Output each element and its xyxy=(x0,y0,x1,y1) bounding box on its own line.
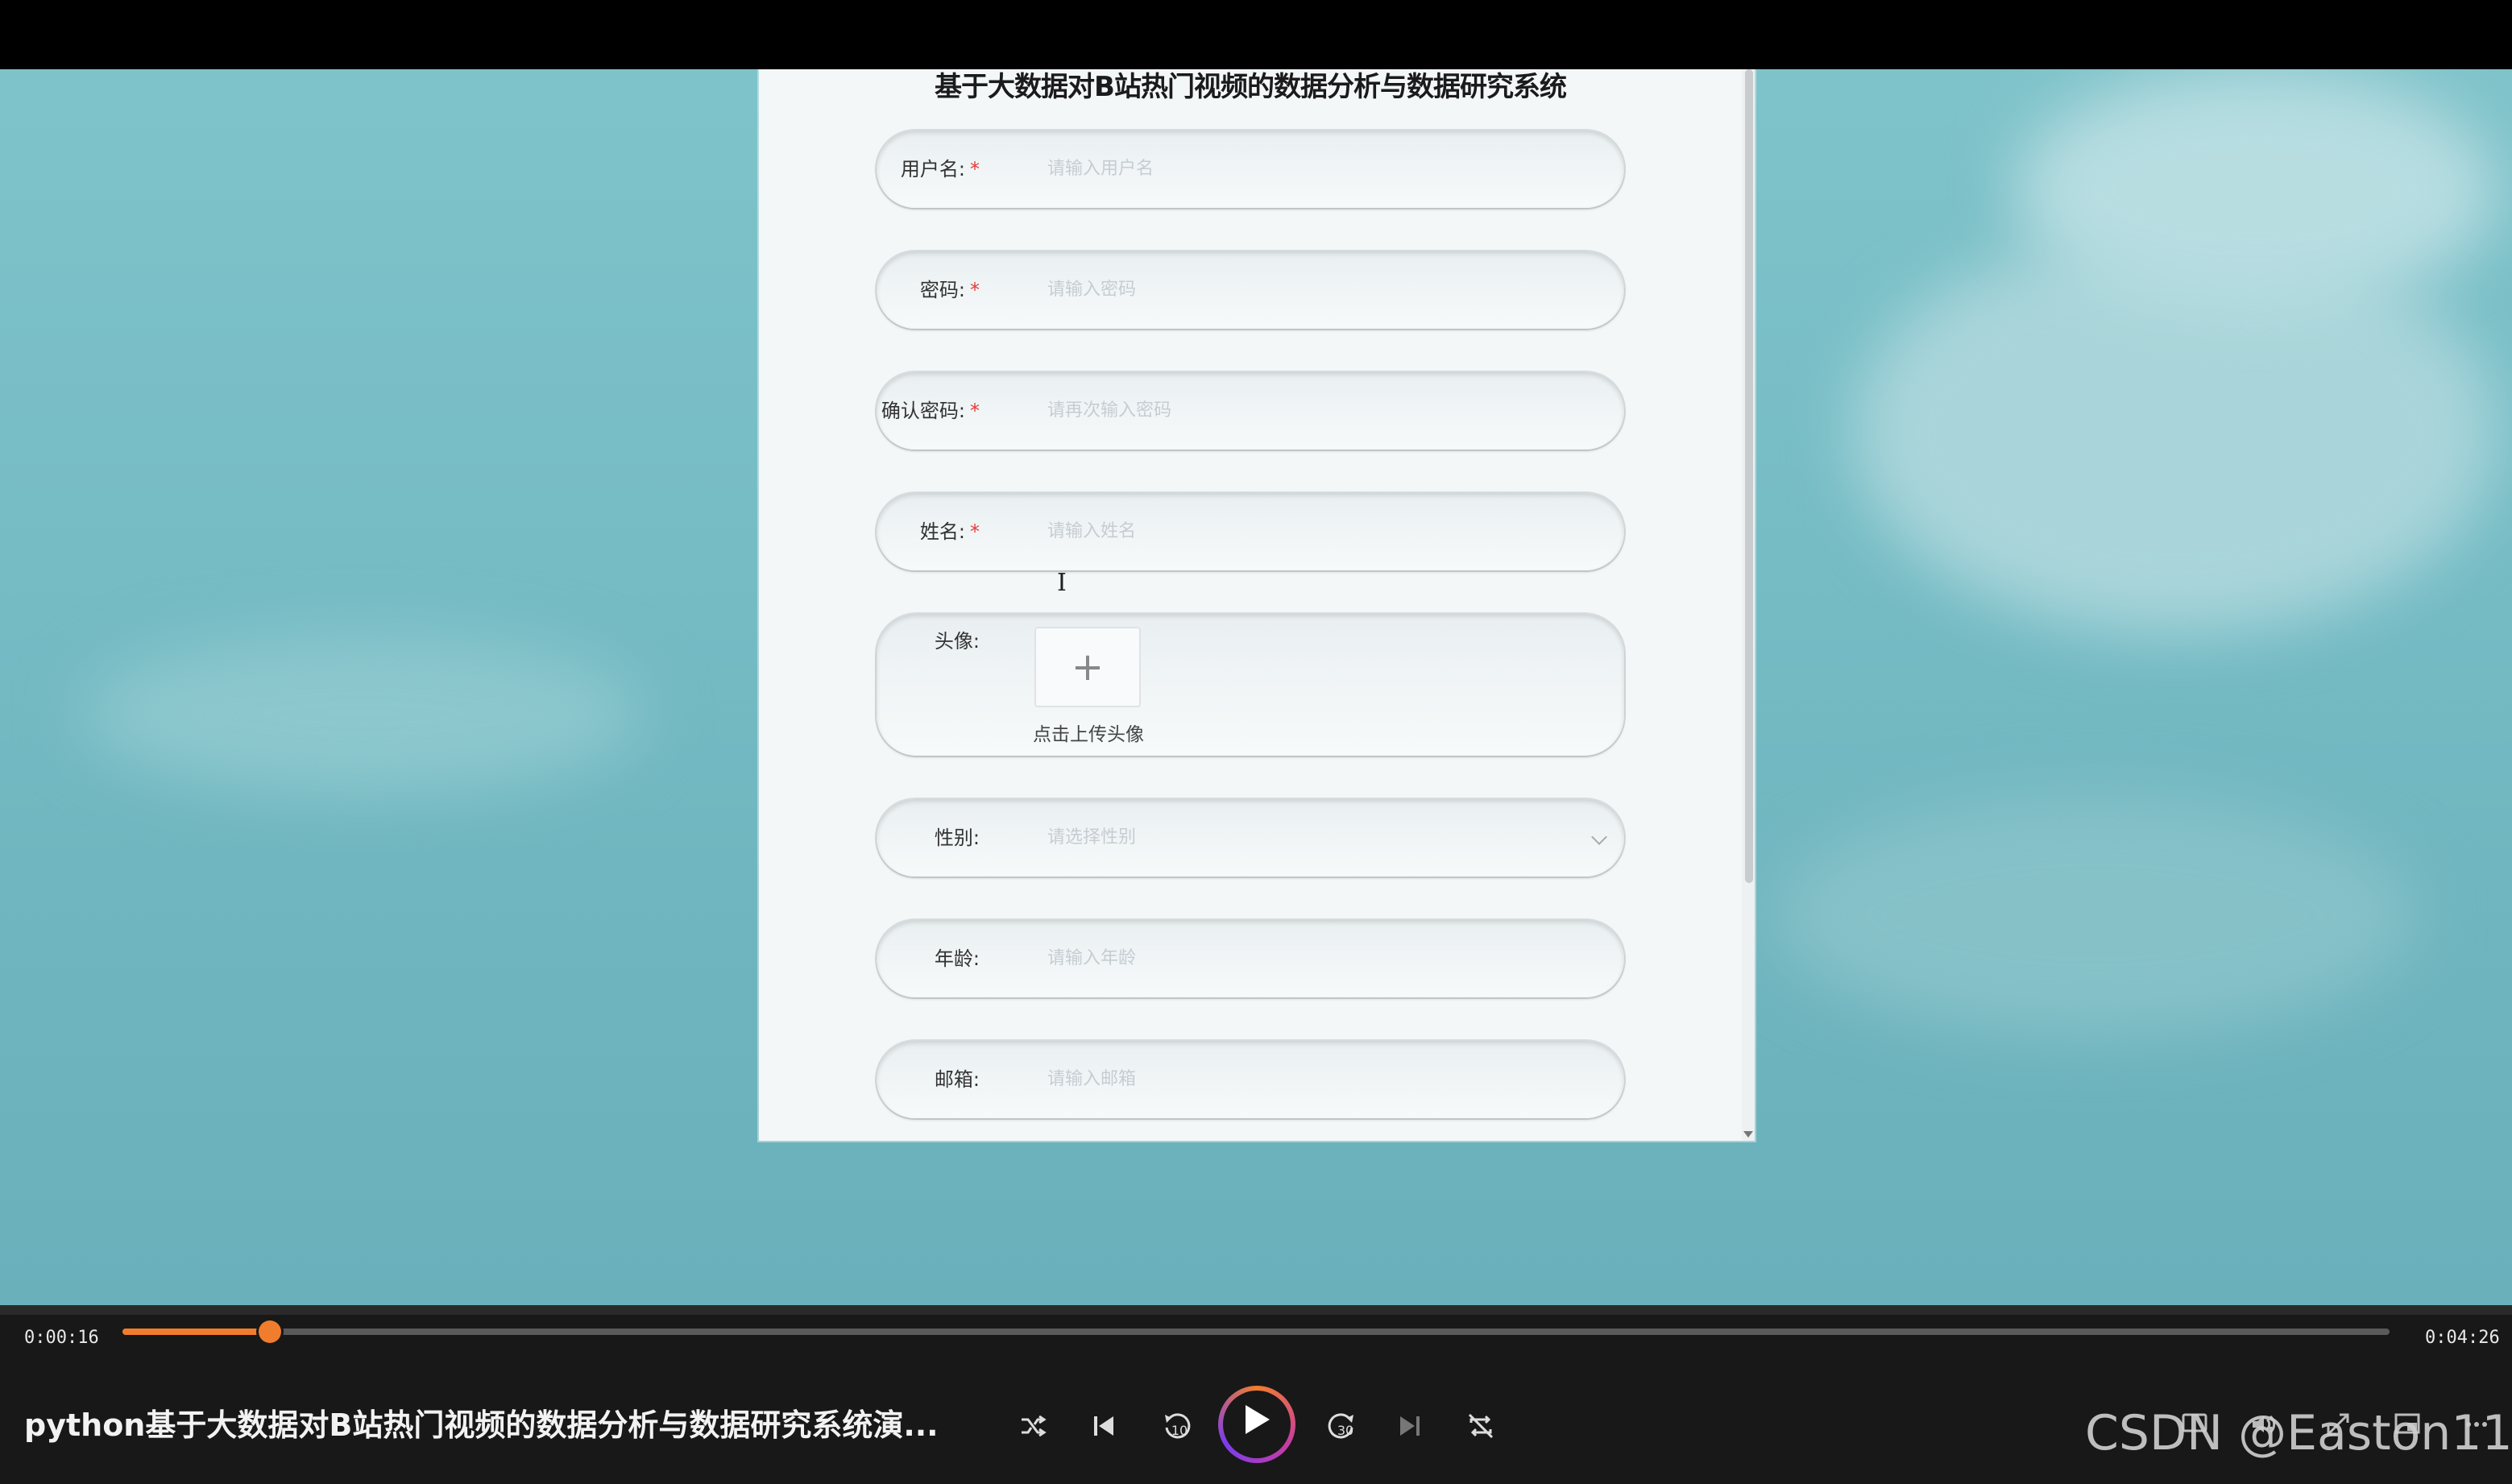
name-field[interactable]: 姓名: * 请输入姓名 xyxy=(877,493,1624,570)
play-button[interactable] xyxy=(1218,1386,1295,1463)
register-form-panel: 基于大数据对B站热门视频的数据分析与数据研究系统 用户名: * 请输入用户名 密码… xyxy=(759,69,1755,1141)
current-time: 0:00:16 xyxy=(24,1328,99,1348)
seek-bar[interactable] xyxy=(122,1320,2390,1343)
bg-blur-sleeve xyxy=(2014,69,2497,311)
watermark: CSDN @Easton111 xyxy=(2085,1405,2512,1461)
password-placeholder: 请输入密码 xyxy=(1047,280,1137,300)
username-field[interactable]: 用户名: * 请输入用户名 xyxy=(877,131,1624,208)
username-placeholder: 请输入用户名 xyxy=(1047,159,1154,179)
rewind-10-label: 10 xyxy=(1171,1423,1188,1438)
shuffle-icon[interactable] xyxy=(1017,1410,1049,1442)
email-field[interactable]: 邮箱: 请输入邮箱 xyxy=(877,1041,1624,1118)
confirm-password-label: 确认密码: * xyxy=(881,400,980,422)
controls-divider xyxy=(0,1305,2512,1315)
top-black-bar xyxy=(0,0,2512,69)
avatar-upload-button[interactable]: + xyxy=(1034,627,1141,707)
password-label: 密码: * xyxy=(919,279,980,301)
name-placeholder: 请输入姓名 xyxy=(1047,521,1137,541)
plus-icon: + xyxy=(1071,645,1105,690)
media-player-controls: 0:00:16 0:04:26 python基于大数据对B站热门视频的数据分析与… xyxy=(0,1305,2512,1484)
repeat-off-icon[interactable] xyxy=(1465,1410,1497,1442)
skip-next-icon[interactable] xyxy=(1394,1410,1426,1442)
form-scrollbar[interactable] xyxy=(1742,69,1755,1141)
upload-tip: 点击上传头像 xyxy=(1033,724,1144,745)
chevron-down-icon xyxy=(1591,829,1607,845)
video-frame[interactable]: 基于大数据对B站热门视频的数据分析与数据研究系统 用户名: * 请输入用户名 密码… xyxy=(0,69,2512,1305)
total-time: 0:04:26 xyxy=(2425,1328,2500,1348)
seek-handle[interactable] xyxy=(258,1320,281,1343)
bg-blur-laptop xyxy=(1772,794,2417,1036)
gender-label: 性别: xyxy=(934,827,980,849)
play-icon xyxy=(1246,1405,1270,1434)
avatar-field: 头像: + 点击上传头像 xyxy=(877,614,1624,756)
email-placeholder: 请输入邮箱 xyxy=(1047,1069,1137,1089)
age-label: 年龄: xyxy=(934,947,980,970)
scrollbar-thumb[interactable] xyxy=(1745,69,1753,883)
skip-previous-icon[interactable] xyxy=(1088,1410,1120,1442)
age-field[interactable]: 年龄: 请输入年龄 xyxy=(877,920,1624,997)
bg-blur-keyboard xyxy=(81,633,645,794)
password-field[interactable]: 密码: * 请输入密码 xyxy=(877,251,1624,329)
email-label: 邮箱: xyxy=(934,1068,980,1091)
username-label: 用户名: * xyxy=(900,158,980,180)
text-cursor-icon: I xyxy=(1057,569,1067,597)
gender-placeholder: 请选择性别 xyxy=(1047,827,1137,848)
page-title: 基于大数据对B站热门视频的数据分析与数据研究系统 xyxy=(935,71,1567,103)
avatar-label: 头像: xyxy=(934,630,980,653)
video-title: python基于大数据对B站热门视频的数据分析与数据研究系统演... xyxy=(24,1407,939,1443)
age-placeholder: 请输入年龄 xyxy=(1047,948,1137,968)
confirm-password-field[interactable]: 确认密码: * 请再次输入密码 xyxy=(877,372,1624,450)
name-label: 姓名: * xyxy=(919,520,980,543)
forward-30-label: 30 xyxy=(1337,1423,1354,1438)
gender-select[interactable]: 性别: 请选择性别 xyxy=(877,799,1624,877)
confirm-password-placeholder: 请再次输入密码 xyxy=(1047,400,1172,421)
seek-bar-fill xyxy=(122,1329,270,1335)
scroll-down-arrow-icon[interactable] xyxy=(1743,1131,1753,1138)
